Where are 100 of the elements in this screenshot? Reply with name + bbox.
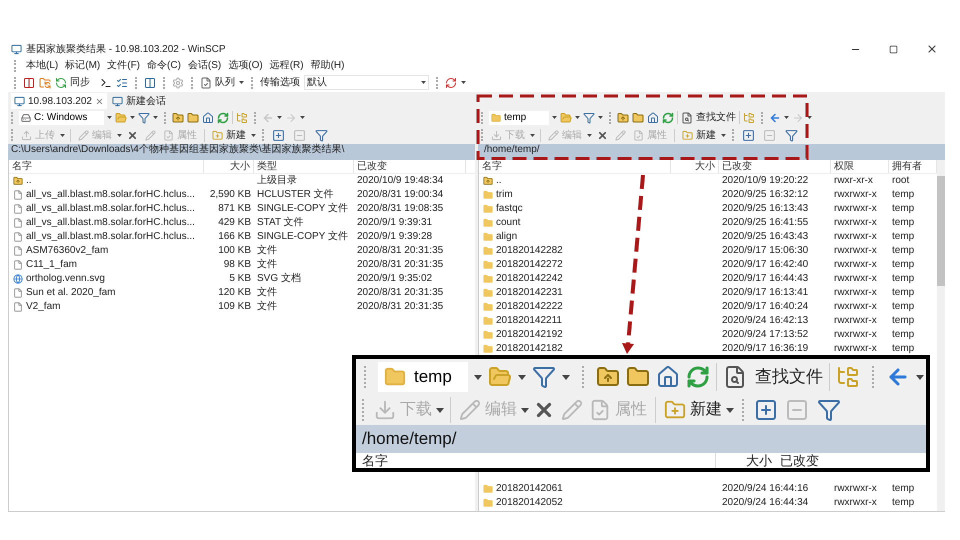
file-name[interactable]: .. bbox=[496, 174, 502, 188]
file-name[interactable]: align bbox=[496, 230, 518, 244]
file-name[interactable]: ASM76360v2_fam bbox=[26, 244, 108, 258]
menu-item[interactable]: 会话(S) bbox=[188, 58, 222, 73]
caret-icon[interactable] bbox=[726, 408, 734, 412]
modified-date: 2020/9/17 16:13:41 bbox=[722, 286, 808, 300]
file-name[interactable]: all_vs_all.blast.m8.solar.forHC.hclus... bbox=[26, 230, 195, 244]
file-name[interactable]: 201820142222 bbox=[496, 300, 563, 314]
caret-icon[interactable] bbox=[251, 134, 256, 136]
caret-icon[interactable] bbox=[60, 134, 65, 136]
caret-icon[interactable] bbox=[575, 116, 580, 119]
file-name[interactable]: 201820142052 bbox=[496, 496, 563, 510]
new-button[interactable]: 新建 bbox=[210, 128, 248, 142]
menu-item[interactable]: 标记(M) bbox=[65, 58, 100, 73]
file-name[interactable]: all_vs_all.blast.m8.solar.forHC.hclus... bbox=[26, 216, 195, 230]
caret-icon[interactable] bbox=[784, 116, 789, 119]
caret-icon[interactable] bbox=[916, 374, 924, 380]
menu-item[interactable]: 远程(R) bbox=[270, 58, 304, 73]
column-header[interactable]: 权限 bbox=[831, 160, 889, 173]
column-header[interactable]: 已改变 bbox=[354, 160, 466, 173]
file-name[interactable]: 201820142192 bbox=[496, 328, 563, 342]
new-button[interactable]: 新建 bbox=[680, 128, 718, 142]
transfer-settings-dropdown[interactable]: 默认 bbox=[304, 75, 429, 90]
location-value: C: Windows bbox=[34, 111, 88, 125]
file-name[interactable]: all_vs_all.blast.m8.solar.forHC.hclus... bbox=[26, 202, 195, 216]
menu-item[interactable]: 文件(F) bbox=[107, 58, 140, 73]
close-icon[interactable] bbox=[926, 43, 938, 55]
caret-icon[interactable] bbox=[587, 134, 592, 136]
caret-icon[interactable] bbox=[130, 116, 135, 119]
menu-item[interactable]: 选项(O) bbox=[228, 58, 263, 73]
queue-button[interactable]: 队列 bbox=[200, 75, 235, 90]
column-header[interactable]: 名字 bbox=[9, 160, 204, 173]
column-header[interactable]: 名字 bbox=[479, 160, 671, 173]
file-name[interactable]: 201820142061 bbox=[496, 482, 563, 496]
column-header[interactable]: 类型 bbox=[254, 160, 354, 173]
caret-icon[interactable] bbox=[562, 374, 570, 380]
file-name[interactable]: 201820142242 bbox=[496, 272, 563, 286]
folder-tree-icon bbox=[743, 112, 755, 124]
caret-icon[interactable] bbox=[436, 408, 444, 412]
location-dropdown[interactable]: C: Windows bbox=[19, 110, 104, 124]
new-button[interactable]: 新建 bbox=[662, 398, 724, 422]
scrollbar[interactable] bbox=[937, 160, 945, 511]
scrollbar-thumb[interactable] bbox=[937, 176, 945, 286]
file-name[interactable]: V2_fam bbox=[26, 300, 60, 314]
caret-icon[interactable] bbox=[421, 81, 426, 84]
file-name[interactable]: .. bbox=[26, 174, 32, 188]
file-size: 5 KB bbox=[229, 272, 251, 286]
queue-icon bbox=[200, 76, 212, 88]
new-folder-icon bbox=[682, 130, 693, 140]
session-tab[interactable]: 10.98.103.202 bbox=[11, 93, 107, 109]
caret-icon[interactable] bbox=[153, 116, 158, 119]
caret-icon[interactable] bbox=[117, 134, 122, 136]
forward-arrow-icon bbox=[792, 112, 804, 124]
file-name[interactable]: 201820142231 bbox=[496, 286, 563, 300]
caret-icon[interactable] bbox=[277, 116, 282, 119]
file-name[interactable]: ortholog.venn.svg bbox=[26, 272, 105, 286]
caret-icon[interactable] bbox=[807, 116, 812, 119]
menu-item[interactable]: 帮助(H) bbox=[310, 58, 344, 73]
column-header[interactable]: 已改变 bbox=[776, 453, 823, 468]
menu-item[interactable]: 本地(L) bbox=[26, 58, 58, 73]
find-files-button[interactable]: 查找文件 bbox=[681, 110, 736, 125]
sync-button[interactable]: 同步 bbox=[55, 75, 90, 90]
file-name[interactable]: C11_1_fam bbox=[26, 258, 77, 272]
modified-date: 2020/10/9 19:20:22 bbox=[722, 174, 808, 188]
caret-icon[interactable] bbox=[530, 134, 535, 136]
column-header[interactable]: 名字 bbox=[356, 453, 716, 468]
caret-icon[interactable] bbox=[461, 81, 466, 84]
caret-icon[interactable] bbox=[521, 408, 529, 412]
location-dropdown[interactable]: temp bbox=[489, 110, 549, 124]
session-tab[interactable]: 新建会话 bbox=[108, 93, 169, 109]
caret-icon[interactable] bbox=[300, 116, 305, 119]
column-header[interactable]: 大小 bbox=[671, 160, 719, 173]
caret-icon[interactable] bbox=[598, 116, 603, 119]
caret-icon[interactable] bbox=[518, 374, 526, 380]
file-name[interactable]: 201820142182 bbox=[496, 342, 563, 356]
caret-icon[interactable] bbox=[239, 81, 244, 84]
file-name[interactable]: Sun et al. 2020_fam bbox=[26, 286, 116, 300]
file-name[interactable]: 201820142211 bbox=[496, 314, 562, 328]
location-dropdown[interactable]: temp bbox=[378, 362, 468, 392]
permissions: rwxrwxr-x bbox=[834, 300, 877, 314]
caret-icon[interactable] bbox=[474, 374, 482, 380]
file-name[interactable]: 201820142272 bbox=[496, 258, 563, 272]
maximize-icon[interactable] bbox=[889, 44, 898, 54]
path-bar: C:\Users\andre\Downloads\4个物种基因组基因家族聚类\基因家族聚类结果\ bbox=[8, 144, 475, 160]
caret-icon[interactable] bbox=[552, 116, 557, 119]
find-files-button[interactable]: 查找文件 bbox=[723, 364, 823, 390]
owner: root bbox=[892, 174, 910, 188]
column-header[interactable]: 已改变 bbox=[719, 160, 831, 173]
column-header[interactable]: 大小 bbox=[204, 160, 254, 173]
file-name[interactable]: count bbox=[496, 216, 520, 230]
file-name[interactable]: trim bbox=[496, 188, 513, 202]
file-name[interactable]: fastqc bbox=[496, 202, 523, 216]
file-name[interactable]: 201820142282 bbox=[496, 244, 563, 258]
menu-item[interactable]: 命令(C) bbox=[147, 58, 181, 73]
column-header[interactable]: 大小 bbox=[716, 453, 776, 468]
permissions: rwxrwxr-x bbox=[834, 496, 877, 510]
file-name[interactable]: all_vs_all.blast.m8.solar.forHC.hclus... bbox=[26, 188, 195, 202]
caret-icon[interactable] bbox=[721, 134, 726, 136]
pencil-icon bbox=[459, 399, 481, 421]
caret-icon[interactable] bbox=[107, 116, 112, 119]
